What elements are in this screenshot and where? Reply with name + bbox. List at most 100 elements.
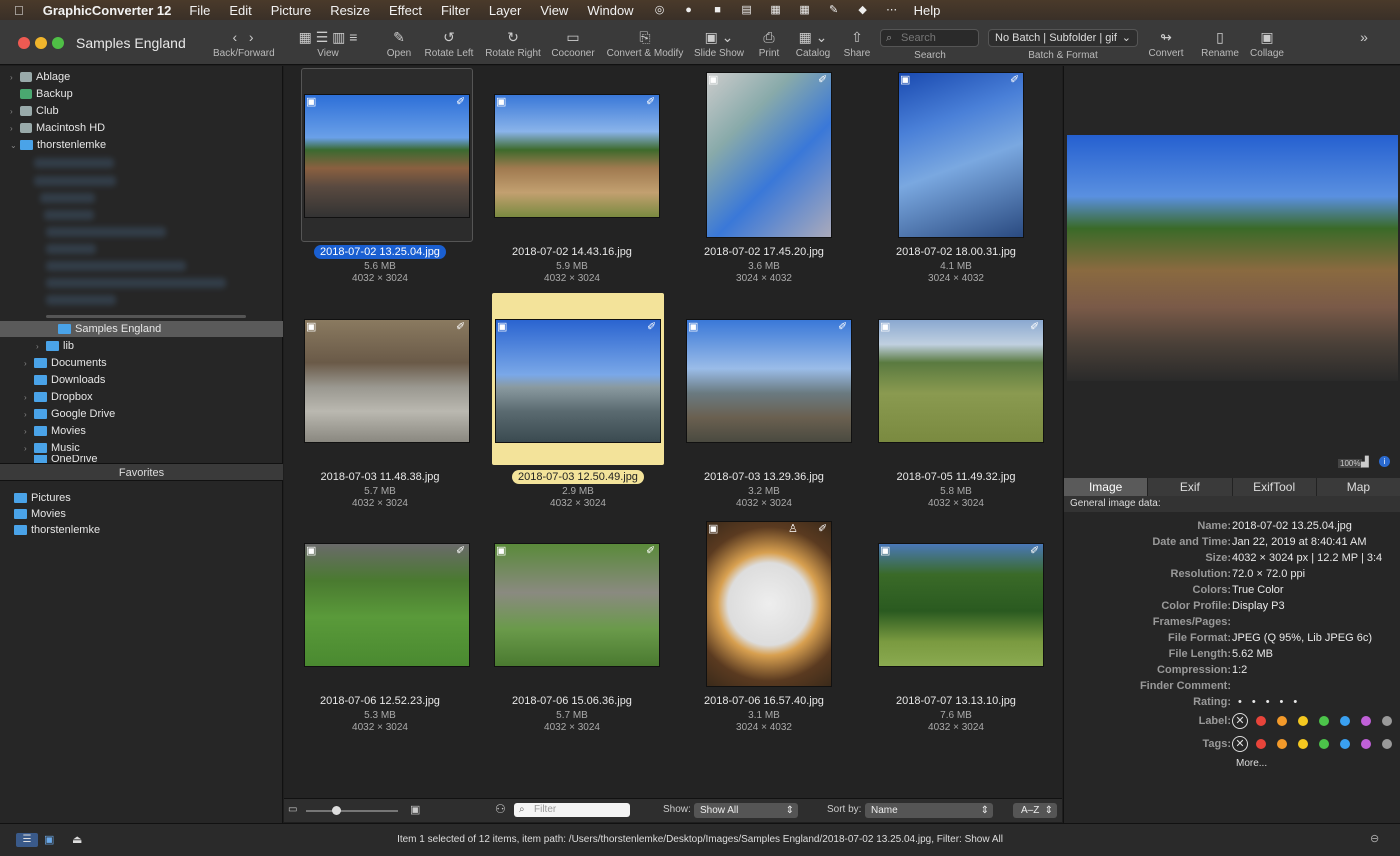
sidebar-item-lib[interactable]: › lib — [36, 338, 74, 354]
color-dot[interactable] — [1319, 716, 1329, 727]
filter-input[interactable]: ⌕ Filter — [514, 803, 630, 817]
zoom-button[interactable] — [52, 37, 64, 49]
more-link[interactable]: More... — [1236, 758, 1267, 769]
sidebar-item-downloads[interactable]: Downloads — [24, 372, 105, 388]
favorite-thorstenlemke[interactable]: thorstenlemke — [14, 522, 100, 538]
thumbnail-cell[interactable]: ▣ ✐ 2018-07-03 13.29.36.jpg 3.2 MB 4032 … — [668, 293, 860, 509]
close-button[interactable] — [18, 37, 30, 49]
color-dot[interactable] — [1277, 716, 1287, 727]
thumbnail-image[interactable] — [898, 72, 1024, 238]
sidebar-item-macintosh-hd[interactable]: › Macintosh HD — [10, 120, 105, 136]
rotate-left-button[interactable]: ↺ Rotate Left — [422, 28, 476, 59]
print-button[interactable]: ⎙ Print — [755, 28, 783, 59]
open-button[interactable]: ✎ Open — [384, 28, 414, 59]
sort-select[interactable]: Name ⇕ — [865, 803, 993, 818]
sidebar-item-samples-england[interactable]: Samples England — [58, 321, 161, 337]
show-select[interactable]: Show All ⇕ — [694, 803, 798, 818]
info-icon[interactable]: i — [1379, 456, 1390, 467]
back-forward-button[interactable]: ‹ › Back/Forward — [213, 28, 275, 59]
thumbnail-image[interactable] — [304, 543, 470, 667]
sidebar-item-google-drive[interactable]: › Google Drive — [24, 406, 115, 422]
convert-modify-button[interactable]: ⎘ Convert & Modify — [604, 28, 686, 59]
color-dot[interactable] — [1256, 716, 1266, 727]
menu-picture[interactable]: Picture — [271, 3, 311, 18]
more-options-icon[interactable]: ⊖ — [1370, 832, 1379, 845]
tab-map[interactable]: Map — [1317, 478, 1400, 496]
sidebar-item-documents[interactable]: › Documents — [24, 355, 107, 371]
small-thumbnail-icon[interactable]: ▭ — [288, 804, 297, 815]
menu-window[interactable]: Window — [587, 3, 633, 18]
menu-edit[interactable]: Edit — [229, 3, 251, 18]
sidebar-item-music[interactable]: › Music — [24, 440, 80, 456]
thumbnail-size-slider[interactable] — [306, 810, 398, 812]
camera-icon[interactable]: ■ — [711, 4, 725, 16]
thumbnail-cell[interactable]: ▣ ✐ 2018-07-02 14.43.16.jpg 5.9 MB 4032 … — [476, 68, 668, 284]
color-dot[interactable] — [1277, 739, 1287, 750]
sidebar-item-thorstenlemke[interactable]: ⌄ thorstenlemke — [10, 137, 106, 153]
menu-help[interactable]: Help — [914, 3, 941, 18]
tab-exiftool[interactable]: ExifTool — [1233, 478, 1317, 496]
color-dot[interactable] — [1382, 716, 1392, 727]
convert-button[interactable]: ↬ Convert — [1145, 28, 1187, 59]
collage-button[interactable]: ▣ Collage — [1246, 28, 1288, 59]
clear-tags-icon[interactable]: ✕ — [1232, 736, 1248, 753]
favorite-pictures[interactable]: Pictures — [14, 490, 71, 506]
sidebar-item-ablage[interactable]: › Ablage — [10, 69, 70, 85]
thumbnail-image[interactable] — [686, 319, 852, 443]
batch-format-select[interactable]: No Batch | Subfolder | gif ⌄ — [988, 29, 1138, 47]
color-dot[interactable] — [1361, 739, 1371, 750]
preview-image[interactable] — [1067, 135, 1398, 381]
calendar-icon[interactable]: ▦ — [798, 4, 812, 16]
catalog-button[interactable]: ▦ ⌄ Catalog — [793, 28, 833, 59]
thumbnail-image[interactable] — [878, 319, 1044, 443]
thumbnail-cell[interactable]: ▣ ♙ ✐ 2018-07-06 16.57.40.jpg 3.1 MB 302… — [668, 517, 860, 733]
cocooner-button[interactable]: ▭ Cocooner — [550, 28, 596, 59]
clear-label-icon[interactable]: ✕ — [1232, 713, 1248, 730]
thumbnail-image[interactable] — [706, 521, 832, 687]
color-dot[interactable] — [1256, 739, 1266, 750]
clipboard-icon[interactable]: ▤ — [740, 4, 754, 16]
color-dot[interactable] — [1340, 716, 1350, 727]
search-input[interactable]: ⌕ Search — [880, 29, 979, 47]
color-dot[interactable] — [1361, 716, 1371, 727]
sidebar-item-onedrive[interactable]: OneDrive — [24, 455, 97, 463]
large-thumbnail-icon[interactable]: ▣ — [410, 803, 420, 816]
tab-exif[interactable]: Exif — [1148, 478, 1233, 496]
thumbnail-image[interactable] — [494, 543, 660, 667]
toolbar-overflow-button[interactable]: » — [1352, 28, 1376, 46]
color-dot[interactable] — [1298, 739, 1308, 750]
person-icon[interactable]: ● — [682, 4, 696, 16]
rename-button[interactable]: ▯ Rename — [1198, 28, 1242, 59]
thumbnail-cell[interactable]: ▣ ✐ 2018-07-06 15.06.36.jpg 5.7 MB 4032 … — [476, 517, 668, 733]
menu-effect[interactable]: Effect — [389, 3, 422, 18]
thumbnail-image[interactable] — [706, 72, 832, 238]
thumbnail-cell[interactable]: ▣ ✐ 2018-07-07 13.13.10.jpg 7.6 MB 4032 … — [860, 517, 1052, 733]
color-dot[interactable] — [1298, 716, 1308, 727]
thumbnail-image[interactable] — [494, 94, 660, 218]
rotate-right-button[interactable]: ↻ Rotate Right — [484, 28, 542, 59]
menu-file[interactable]: File — [189, 3, 210, 18]
menu-filter[interactable]: Filter — [441, 3, 470, 18]
thumbnail-cell[interactable]: ▣ ✐ 2018-07-06 12.52.23.jpg 5.3 MB 4032 … — [284, 517, 476, 733]
favorite-movies[interactable]: Movies — [14, 506, 66, 522]
sidebar-item-movies[interactable]: › Movies — [24, 423, 86, 439]
target-icon[interactable]: ◎ — [653, 4, 667, 16]
sidebar-item-club[interactable]: › Club — [10, 103, 59, 119]
view-button[interactable]: ▦ ☰ ▥ ≡ View — [283, 28, 373, 59]
slider-thumb[interactable] — [332, 806, 341, 815]
share-button[interactable]: ⇧ Share — [842, 28, 872, 59]
more-icon[interactable]: ⋯ — [885, 4, 899, 16]
histogram-icon[interactable]: ▟ — [1361, 457, 1369, 468]
apple-icon[interactable]:  — [14, 3, 24, 18]
sort-order-select[interactable]: A–Z ⇕ — [1013, 803, 1057, 818]
menu-layer[interactable]: Layer — [489, 3, 522, 18]
tab-image[interactable]: Image — [1064, 478, 1149, 496]
rating-stars[interactable]: ••••• — [1238, 694, 1307, 710]
sidebar-item-backup[interactable]: Backup — [10, 86, 73, 102]
thumbnail-cell[interactable]: ▣ ✐ 2018-07-03 12.50.49.jpg 2.9 MB 4032 … — [492, 293, 664, 509]
glasses-icon[interactable]: ⚇ — [495, 802, 506, 816]
thumbnail-cell[interactable]: ▣ ✐ 2018-07-05 11.49.32.jpg 5.8 MB 4032 … — [860, 293, 1052, 509]
thumbnail-cell[interactable]: ▣ ✐ 2018-07-02 13.25.04.jpg 5.6 MB 4032 … — [284, 68, 476, 284]
menu-resize[interactable]: Resize — [330, 3, 370, 18]
minimize-button[interactable] — [35, 37, 47, 49]
